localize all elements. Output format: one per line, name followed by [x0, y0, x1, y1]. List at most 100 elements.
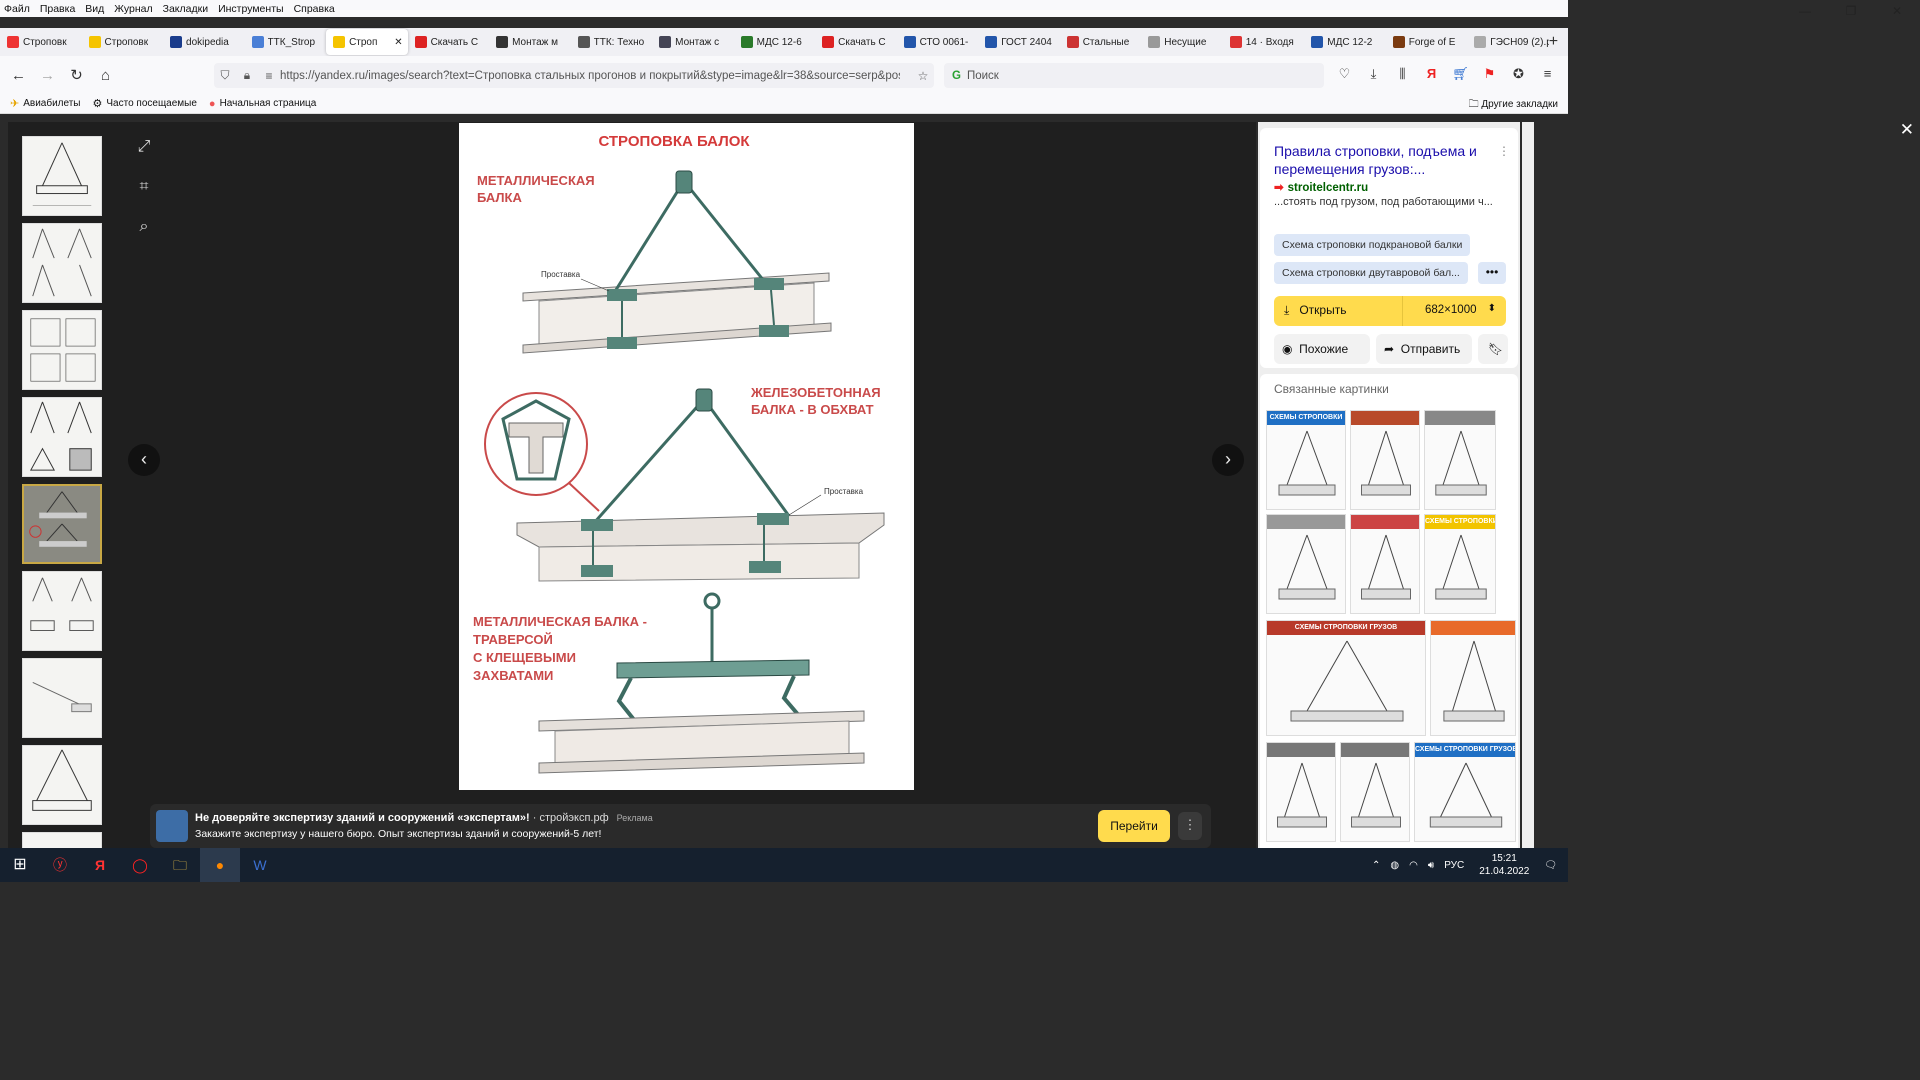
shield-icon[interactable]: ⛉ — [214, 68, 236, 83]
browser-tab[interactable]: Forge of E — [1386, 29, 1468, 55]
url-bar[interactable]: ⛉ 🔒︎ ≡ https://yandex.ru/images/search?t… — [214, 63, 934, 88]
menu-item[interactable]: Правка — [40, 3, 75, 15]
yandex-icon[interactable]: Я — [80, 848, 120, 882]
more-chips-button[interactable]: ••• — [1478, 262, 1506, 284]
thumbnail-4[interactable] — [22, 397, 102, 477]
image-search-icon[interactable]: ⌕ — [134, 218, 154, 238]
ad-more-button[interactable]: ⋮ — [1178, 812, 1202, 840]
browser-tab[interactable]: Несущие — [1141, 29, 1223, 55]
bookmark-most-visited[interactable]: ⚙ Часто посещаемые — [93, 97, 197, 110]
related-image[interactable]: СХЕМЫ СТРОПОВКИ ГРУЗОВ — [1414, 742, 1516, 842]
source-page-title[interactable]: Правила строповки, подъема и перемещения… — [1274, 142, 1499, 178]
panel-scrollbar[interactable] — [1522, 122, 1534, 848]
open-image-button[interactable]: ⤓ Открыть 682×1000 ⬍ — [1274, 296, 1506, 326]
bookmark-star-icon[interactable]: ☆ — [912, 69, 934, 83]
yandex-icon[interactable]: Я — [1417, 66, 1446, 82]
back-arrow-icon[interactable]: ← — [4, 67, 33, 84]
permissions-icon[interactable]: ≡ — [258, 69, 280, 83]
related-image[interactable]: СХЕМЫ СТРОПОВКИ — [1266, 410, 1346, 510]
related-image[interactable] — [1340, 742, 1410, 842]
reload-icon[interactable]: ↻ — [62, 66, 91, 84]
other-bookmarks[interactable]: 🗀︎ Другие закладки — [1469, 97, 1558, 114]
browser-tab[interactable]: Строповк — [82, 29, 164, 55]
menu-item[interactable]: Справка — [294, 3, 335, 15]
fullscreen-icon[interactable]: ⤢ — [134, 138, 154, 158]
browser-tab[interactable]: 14 · Входя — [1223, 29, 1305, 55]
bookmark-aviabilety[interactable]: ✈ Авиабилеты — [10, 97, 81, 110]
related-image[interactable] — [1350, 514, 1420, 614]
related-image[interactable]: СХЕМЫ СТРОПОВКИ — [1424, 514, 1496, 614]
kebab-menu-icon[interactable]: ⋮ — [1498, 144, 1510, 158]
library-icon[interactable]: ⫼ — [1388, 66, 1417, 82]
thumbnail-5-selected[interactable] — [22, 484, 102, 564]
menu-item[interactable]: Закладки — [163, 3, 208, 15]
browser-tab[interactable]: ТТК: Техно — [571, 29, 653, 55]
main-image[interactable]: СТРОПОВКА БАЛОК МЕТАЛЛИЧЕСКАЯ БАЛКА Прос… — [459, 123, 914, 790]
source-domain[interactable]: ➡ stroitelcentr.ru — [1274, 180, 1368, 194]
browser-tab[interactable]: ГОСТ 2404 — [978, 29, 1060, 55]
crop-icon[interactable]: ⌗ — [134, 178, 154, 198]
similar-button[interactable]: ◉ Похожие — [1274, 334, 1370, 364]
browser-tab[interactable]: МДС 12-6 — [734, 29, 816, 55]
related-image[interactable] — [1430, 620, 1516, 736]
image-size-select[interactable]: 682×1000 — [1425, 304, 1477, 316]
home-icon[interactable]: ⌂ — [91, 67, 120, 84]
firefox-icon[interactable]: ● — [200, 848, 240, 882]
query-chip-1[interactable]: Схема строповки подкрановой балки — [1274, 234, 1471, 256]
browser-tab[interactable]: Монтаж м — [489, 29, 571, 55]
menu-item[interactable]: Инструменты — [218, 3, 283, 15]
search-input[interactable]: G Поиск — [944, 63, 1324, 88]
close-viewer-icon[interactable]: ✕ — [1900, 120, 1914, 140]
browser-tab[interactable]: Скачать С — [815, 29, 897, 55]
browser-tab[interactable]: СТО 0061- — [897, 29, 979, 55]
windows-start-icon[interactable]: ⊞ — [0, 848, 40, 882]
related-image[interactable] — [1350, 410, 1420, 510]
query-chip-2[interactable]: Схема строповки двутавровой бал... — [1274, 262, 1468, 284]
related-image[interactable]: СХЕМЫ СТРОПОВКИ ГРУЗОВ — [1266, 620, 1426, 736]
close-tab-icon[interactable]: ✕ — [394, 37, 402, 48]
bookmark-button[interactable]: 🔖︎ — [1478, 334, 1508, 364]
tab-active[interactable]: Строп ✕ — [326, 29, 408, 55]
browser-tab[interactable]: Монтаж с — [652, 29, 734, 55]
browser-tab[interactable]: Скачать С — [408, 29, 490, 55]
forward-arrow-icon[interactable]: → — [33, 67, 62, 84]
lock-icon[interactable]: 🔒︎ — [236, 68, 258, 83]
thumbnail-3[interactable] — [22, 310, 102, 390]
browser-tab[interactable]: ТТК_Strop — [245, 29, 327, 55]
chevron-up-icon[interactable]: ⌃ — [1372, 860, 1380, 871]
bookmark-home-page[interactable]: ● Начальная страница — [209, 98, 316, 110]
related-image[interactable] — [1266, 742, 1336, 842]
related-image[interactable] — [1424, 410, 1496, 510]
thumbnail-6[interactable] — [22, 571, 102, 651]
volume-icon[interactable]: 🔊︎ — [1428, 860, 1434, 871]
next-image-button[interactable]: › — [1212, 444, 1244, 476]
tray-app-icon[interactable]: ◍ — [1390, 860, 1399, 871]
ad-go-button[interactable]: Перейти — [1098, 810, 1170, 842]
thumbnail-8[interactable] — [22, 745, 102, 825]
browser-tab[interactable]: Строповк — [0, 29, 82, 55]
pocket-icon[interactable]: ♡ — [1330, 66, 1359, 82]
related-image[interactable] — [1266, 514, 1346, 614]
url-text[interactable]: https://yandex.ru/images/search?text=Стр… — [280, 70, 900, 82]
thumbnail-7[interactable] — [22, 658, 102, 738]
menu-item[interactable]: Файл — [4, 3, 30, 15]
word-icon[interactable]: W — [240, 848, 280, 882]
maximize-button[interactable]: ❐ — [1828, 0, 1874, 22]
new-tab-button[interactable]: + — [1549, 33, 1558, 51]
minimize-button[interactable]: — — [1782, 0, 1828, 22]
thumbnail-2[interactable] — [22, 223, 102, 303]
menu-item[interactable]: Журнал — [114, 3, 152, 15]
previous-image-button[interactable]: ‹ — [128, 444, 160, 476]
language-indicator[interactable]: РУС — [1444, 860, 1464, 871]
thumbnail-1[interactable] — [22, 136, 102, 216]
clock[interactable]: 15:21 21.04.2022 — [1479, 852, 1529, 878]
download-icon[interactable]: ⤓ — [1359, 66, 1388, 82]
ad-banner[interactable]: Не доверяйте экспертизу зданий и сооруже… — [150, 804, 1211, 848]
close-window-button[interactable]: ✕ — [1874, 0, 1920, 22]
flag-icon[interactable]: ⚑ — [1475, 66, 1504, 82]
opera-icon[interactable]: ◯ — [120, 848, 160, 882]
browser-tab[interactable]: МДС 12-2 — [1304, 29, 1386, 55]
browser-tab[interactable]: ГЭСН09 (2).pd — [1467, 29, 1549, 55]
ad-headline[interactable]: Не доверяйте экспертизу зданий и сооруже… — [195, 812, 653, 824]
cart-icon[interactable]: 🛒︎ — [1446, 66, 1475, 82]
